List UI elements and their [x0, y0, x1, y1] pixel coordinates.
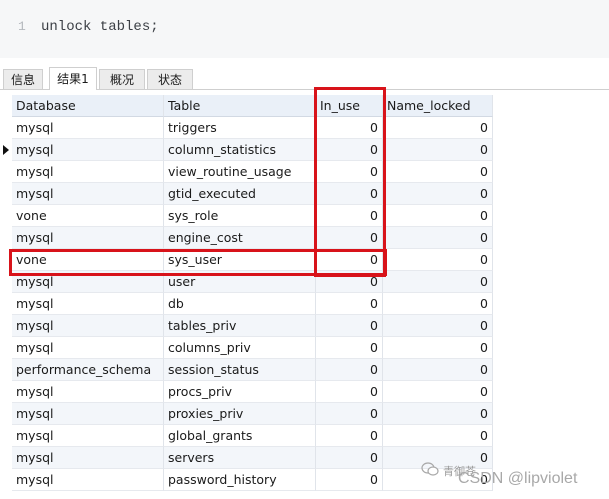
tab-result1[interactable]: 结果1 — [49, 67, 97, 90]
column-header-database[interactable]: Database — [12, 95, 164, 117]
sql-editor[interactable]: 1 unlock tables; — [0, 0, 609, 58]
cell-in-use[interactable]: 0 — [316, 469, 383, 491]
cell-table[interactable]: engine_cost — [164, 227, 316, 249]
column-header-name-locked[interactable]: Name_locked — [383, 95, 493, 117]
column-header-in-use[interactable]: In_use — [316, 95, 383, 117]
cell-table[interactable]: proxies_priv — [164, 403, 316, 425]
grid-body: mysql triggers 0 0 mysql column_statistics 0 0 m… — [0, 117, 500, 491]
cell-table[interactable]: user — [164, 271, 316, 293]
cell-in-use[interactable]: 0 — [316, 271, 383, 293]
cell-in-use[interactable]: 0 — [316, 139, 383, 161]
cell-database[interactable]: mysql — [12, 403, 164, 425]
grid-header-row: Database Table In_use Name_locked — [0, 95, 500, 117]
cell-table[interactable]: column_statistics — [164, 139, 316, 161]
cell-in-use[interactable]: 0 — [316, 403, 383, 425]
table-row[interactable]: performance_schema session_status 0 0 — [0, 359, 500, 381]
cell-table[interactable]: gtid_executed — [164, 183, 316, 205]
cell-in-use[interactable]: 0 — [316, 425, 383, 447]
cell-name-locked[interactable]: 0 — [383, 315, 493, 337]
cell-in-use[interactable]: 0 — [316, 227, 383, 249]
cell-name-locked[interactable]: 0 — [383, 205, 493, 227]
table-row[interactable]: vone sys_user 0 0 — [0, 249, 500, 271]
table-row[interactable]: mysql gtid_executed 0 0 — [0, 183, 500, 205]
cell-database[interactable]: mysql — [12, 183, 164, 205]
cell-name-locked[interactable]: 0 — [383, 161, 493, 183]
cell-database[interactable]: mysql — [12, 337, 164, 359]
cell-database[interactable]: vone — [12, 249, 164, 271]
tab-profile[interactable]: 概况 — [99, 69, 145, 90]
table-row[interactable]: mysql engine_cost 0 0 — [0, 227, 500, 249]
watermark-text: CSDN @lipviolet — [458, 470, 578, 487]
cell-database[interactable]: mysql — [12, 117, 164, 139]
cell-name-locked[interactable]: 0 — [383, 139, 493, 161]
cell-table[interactable]: view_routine_usage — [164, 161, 316, 183]
cell-table[interactable]: password_history — [164, 469, 316, 491]
table-row[interactable]: mysql columns_priv 0 0 — [0, 337, 500, 359]
table-row[interactable]: mysql tables_priv 0 0 — [0, 315, 500, 337]
cell-name-locked[interactable]: 0 — [383, 249, 493, 271]
table-row[interactable]: mysql db 0 0 — [0, 293, 500, 315]
result-grid[interactable]: Database Table In_use Name_locked mysql t… — [0, 95, 500, 491]
cell-in-use[interactable]: 0 — [316, 293, 383, 315]
table-row[interactable]: mysql view_routine_usage 0 0 — [0, 161, 500, 183]
cell-database[interactable]: mysql — [12, 293, 164, 315]
cell-database[interactable]: vone — [12, 205, 164, 227]
table-row[interactable]: mysql column_statistics 0 0 — [0, 139, 500, 161]
cell-database[interactable]: mysql — [12, 271, 164, 293]
column-header-table[interactable]: Table — [164, 95, 316, 117]
cell-name-locked[interactable]: 0 — [383, 227, 493, 249]
cell-table[interactable]: tables_priv — [164, 315, 316, 337]
cell-table[interactable]: columns_priv — [164, 337, 316, 359]
table-row[interactable]: mysql proxies_priv 0 0 — [0, 403, 500, 425]
result-tabs: 信息 结果1 概况 状态 — [0, 66, 609, 90]
cell-database[interactable]: mysql — [12, 469, 164, 491]
cell-database[interactable]: mysql — [12, 425, 164, 447]
cell-table[interactable]: session_status — [164, 359, 316, 381]
cell-in-use[interactable]: 0 — [316, 205, 383, 227]
cell-table[interactable]: sys_user — [164, 249, 316, 271]
cell-name-locked[interactable]: 0 — [383, 381, 493, 403]
cell-name-locked[interactable]: 0 — [383, 337, 493, 359]
cell-database[interactable]: mysql — [12, 139, 164, 161]
tab-status[interactable]: 状态 — [147, 69, 193, 90]
cell-name-locked[interactable]: 0 — [383, 403, 493, 425]
cell-database[interactable]: mysql — [12, 227, 164, 249]
table-row[interactable]: mysql global_grants 0 0 — [0, 425, 500, 447]
table-row[interactable]: mysql user 0 0 — [0, 271, 500, 293]
cell-name-locked[interactable]: 0 — [383, 271, 493, 293]
cell-table[interactable]: sys_role — [164, 205, 316, 227]
cell-in-use[interactable]: 0 — [316, 359, 383, 381]
table-row[interactable]: vone sys_role 0 0 — [0, 205, 500, 227]
cell-in-use[interactable]: 0 — [316, 117, 383, 139]
cell-in-use[interactable]: 0 — [316, 381, 383, 403]
cell-table[interactable]: procs_priv — [164, 381, 316, 403]
cell-database[interactable]: performance_schema — [12, 359, 164, 381]
line-number: 1 — [18, 19, 26, 34]
cell-in-use[interactable]: 0 — [316, 315, 383, 337]
cell-table[interactable]: global_grants — [164, 425, 316, 447]
cell-table[interactable]: db — [164, 293, 316, 315]
cell-name-locked[interactable]: 0 — [383, 117, 493, 139]
cell-in-use[interactable]: 0 — [316, 337, 383, 359]
cell-name-locked[interactable]: 0 — [383, 293, 493, 315]
cell-in-use[interactable]: 0 — [316, 183, 383, 205]
cell-database[interactable]: mysql — [12, 315, 164, 337]
sql-code-line[interactable]: unlock tables; — [41, 19, 159, 35]
cell-database[interactable]: mysql — [12, 161, 164, 183]
cell-name-locked[interactable]: 0 — [383, 183, 493, 205]
wechat-icon — [421, 462, 439, 476]
table-row[interactable]: mysql triggers 0 0 — [0, 117, 500, 139]
current-row-marker-icon — [3, 145, 9, 155]
cell-name-locked[interactable]: 0 — [383, 359, 493, 381]
cell-name-locked[interactable]: 0 — [383, 425, 493, 447]
cell-database[interactable]: mysql — [12, 381, 164, 403]
cell-database[interactable]: mysql — [12, 447, 164, 469]
cell-in-use[interactable]: 0 — [316, 161, 383, 183]
cell-table[interactable]: servers — [164, 447, 316, 469]
tab-info[interactable]: 信息 — [3, 69, 43, 90]
table-row[interactable]: mysql procs_priv 0 0 — [0, 381, 500, 403]
cell-in-use[interactable]: 0 — [316, 447, 383, 469]
cell-table[interactable]: triggers — [164, 117, 316, 139]
cell-in-use[interactable]: 0 — [316, 249, 383, 271]
